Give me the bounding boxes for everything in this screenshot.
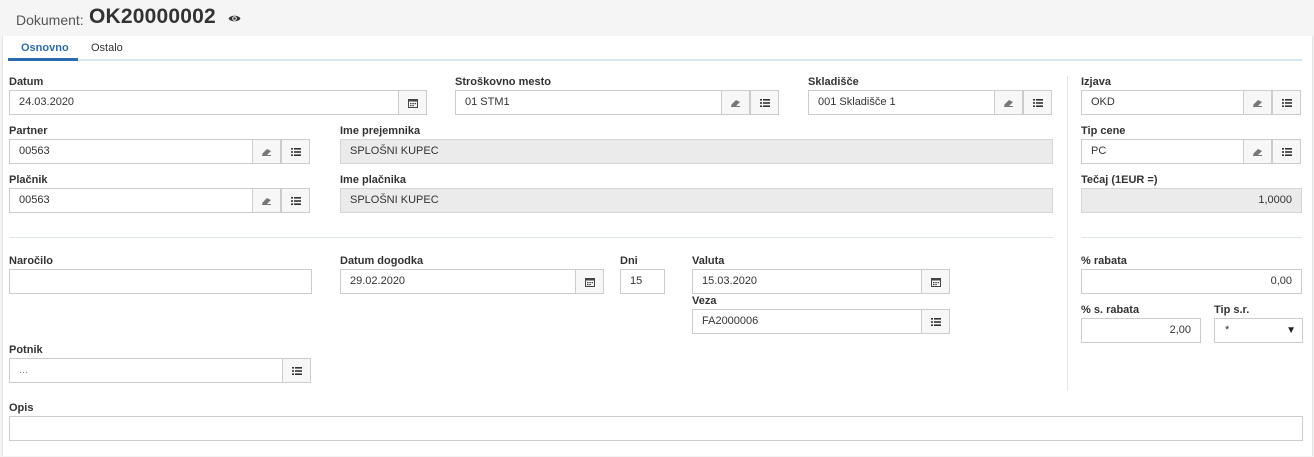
s-rabat-input[interactable]: 2,00 [1081,318,1201,343]
datum-calendar-button[interactable] [398,90,427,115]
placnik-list-button[interactable] [281,188,310,213]
tip-cene-list-button[interactable] [1272,139,1301,164]
tip-sr-label: Tip s.r. [1214,304,1250,316]
eraser-icon [731,99,740,107]
ime-placnika-label: Ime plačnika [340,174,407,186]
skladisce-clear-button[interactable] [994,90,1023,115]
ime-prejemnika-label: Ime prejemnika [340,125,421,137]
eye-icon[interactable] [228,14,241,23]
ime-placnika-input: SPLOŠNI KUPEC [340,188,1053,213]
tip-sr-select[interactable]: * ▼ [1214,318,1303,343]
list-icon [290,147,301,156]
caret-down-icon: ▼ [1286,325,1296,336]
calendar-icon [407,98,418,108]
placnik-label: Plačnik [9,174,48,186]
section-divider-right [1081,237,1302,238]
tip-cene-input[interactable]: PC [1081,139,1244,164]
calendar-icon [584,277,595,287]
izjava-input[interactable]: OKD [1081,90,1244,115]
strosko-list-button[interactable] [750,90,779,115]
valuta-input[interactable]: 15.03.2020 [692,269,922,294]
datum-input[interactable]: 24.03.2020 [9,90,399,115]
izjava-list-button[interactable] [1272,90,1301,115]
veza-list-button[interactable] [921,309,950,334]
potnik-list-button[interactable] [282,358,311,383]
veza-label: Veza [692,295,717,307]
datum-dogodka-label: Datum dogodka [340,255,424,267]
section-divider [9,237,1053,238]
document-label: Dokument: [16,12,84,28]
partner-list-button[interactable] [281,139,310,164]
partner-input[interactable]: 00563 [9,139,253,164]
eraser-icon [262,148,271,156]
rabat-label: % rabata [1081,255,1127,267]
strosko-input[interactable]: 01 STM1 [455,90,722,115]
placnik-input[interactable]: 00563 [9,188,253,213]
datum-dogodka-calendar-button[interactable] [575,269,604,294]
potnik-label: Potnik [9,344,43,356]
tab-active-indicator [8,58,78,61]
valuta-calendar-button[interactable] [921,269,950,294]
izjava-clear-button[interactable] [1243,90,1272,115]
eraser-icon [262,197,271,205]
valuta-label: Valuta [692,255,725,267]
skladisce-label: Skladišče [808,76,859,88]
s-rabat-label: % s. rabata [1081,304,1140,316]
datum-dogodka-input[interactable]: 29.02.2020 [340,269,576,294]
izjava-label: Izjava [1081,76,1111,88]
tecaj-input: 1,0000 [1081,188,1302,213]
opis-input[interactable] [9,416,1303,441]
dni-input[interactable]: 15 [620,269,665,294]
veza-input[interactable]: FA2000006 [692,309,922,334]
calendar-icon [930,277,941,287]
tip-cene-label: Tip cene [1081,125,1126,137]
tip-cene-clear-button[interactable] [1243,139,1272,164]
narocilo-input[interactable] [9,269,312,294]
list-icon [930,317,941,326]
skladisce-list-button[interactable] [1023,90,1052,115]
ime-prejemnika-input: SPLOŠNI KUPEC [340,139,1053,164]
partner-label: Partner [9,125,48,137]
narocilo-label: Naročilo [9,255,54,267]
partner-clear-button[interactable] [252,139,281,164]
eraser-icon [1004,99,1013,107]
tip-sr-value: * [1225,324,1230,336]
document-number: OK20000002 [89,5,216,28]
list-icon [1281,147,1292,156]
rabat-input[interactable]: 0,00 [1081,269,1302,294]
eraser-icon [1253,148,1262,156]
potnik-input[interactable]: ... [9,358,283,383]
placnik-clear-button[interactable] [252,188,281,213]
tab-underline [8,59,1302,61]
list-icon [291,366,302,375]
strosko-clear-button[interactable] [721,90,750,115]
column-divider [1067,76,1068,391]
skladisce-input[interactable]: 001 Skladišče 1 [808,90,995,115]
document-header: Dokument: OK20000002 [0,0,1314,36]
list-icon [759,98,770,107]
dni-label: Dni [620,255,638,267]
datum-label: Datum [9,76,44,88]
list-icon [290,196,301,205]
tab-ostalo[interactable]: Ostalo [91,42,123,60]
tecaj-label: Tečaj (1EUR =) [1081,174,1158,186]
strosko-label: Stroškovno mesto [455,76,551,88]
list-icon [1281,98,1292,107]
eraser-icon [1253,99,1262,107]
opis-label: Opis [9,402,34,414]
list-icon [1032,98,1043,107]
